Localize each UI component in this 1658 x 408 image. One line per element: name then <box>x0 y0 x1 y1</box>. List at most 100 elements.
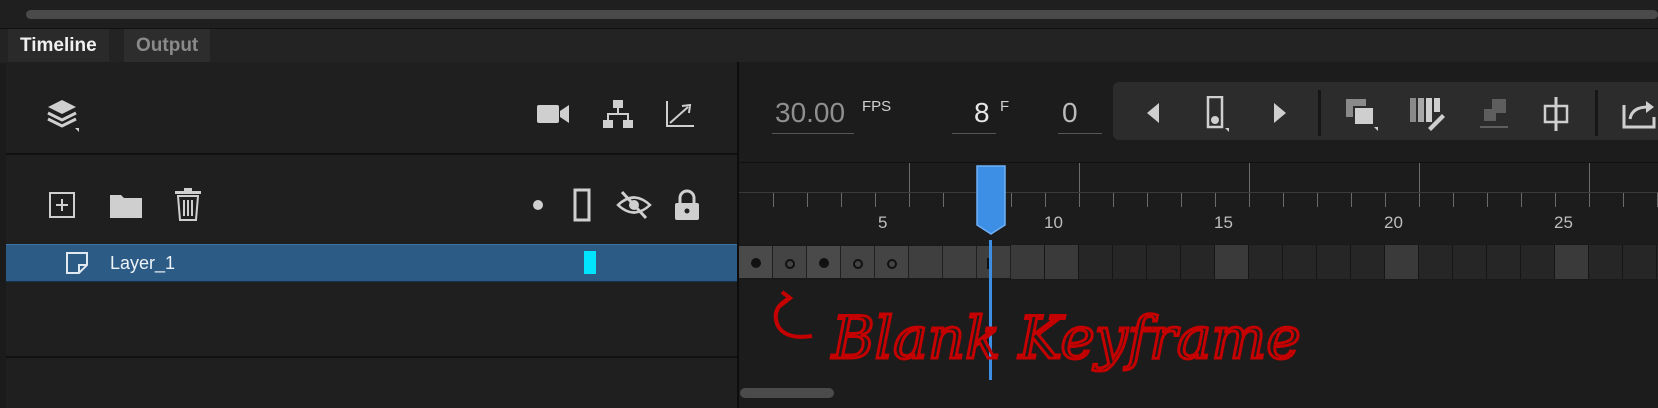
ruler-tick <box>1623 193 1624 207</box>
ruler-label: 25 <box>1554 213 1573 232</box>
loop-icon[interactable] <box>1620 95 1658 133</box>
onion-skin-icon[interactable] <box>1342 95 1382 133</box>
frame-cell[interactable] <box>1317 245 1351 279</box>
ruler-tick <box>1589 163 1590 207</box>
frame-cell[interactable] <box>1589 245 1623 279</box>
handwritten-annotation: Blank Keyframe <box>773 290 1302 374</box>
new-folder-icon[interactable] <box>106 187 146 223</box>
frame-unit: F <box>1000 98 1010 115</box>
fps-underline <box>772 133 854 134</box>
frame-value[interactable]: 8 <box>974 97 990 129</box>
ruler-tick <box>1487 193 1488 207</box>
center-frame-icon[interactable] <box>1538 94 1574 134</box>
frame-cell[interactable] <box>1147 245 1181 279</box>
ruler-label: 10 <box>1044 213 1063 232</box>
fps-unit: FPS <box>862 98 892 115</box>
blank-keyframe-dot <box>785 259 795 269</box>
frame-cell[interactable] <box>1283 245 1317 279</box>
ruler-tick <box>1419 163 1420 207</box>
horizontal-scrollbar[interactable] <box>740 388 834 398</box>
ruler-label: 5 <box>878 213 888 232</box>
keyframe-dot <box>819 258 829 268</box>
frame-cell[interactable] <box>1555 245 1589 279</box>
next-frame-icon[interactable] <box>1267 97 1293 129</box>
frame-cell[interactable] <box>1113 245 1147 279</box>
ruler-tick <box>1555 193 1556 207</box>
ruler-tick <box>773 193 774 207</box>
separator <box>1595 90 1598 136</box>
frame-cell[interactable] <box>1487 245 1521 279</box>
ruler-tick <box>1351 193 1352 207</box>
frame-cell[interactable] <box>1215 245 1249 279</box>
frame-cell[interactable] <box>1079 245 1113 279</box>
frame-cell[interactable] <box>1419 245 1453 279</box>
ruler-tick <box>1249 163 1250 207</box>
outline-icon[interactable] <box>570 187 594 223</box>
marker-icon[interactable] <box>1203 95 1233 133</box>
annotation-text: Blank Keyframe <box>831 304 1301 372</box>
top-scrollbar[interactable] <box>26 10 1658 19</box>
ruler-label: 15 <box>1214 213 1233 232</box>
ruler-tick <box>1147 193 1148 207</box>
blank-keyframe-dot <box>887 259 897 269</box>
new-layer-icon[interactable] <box>44 187 80 223</box>
ruler-tick <box>875 193 876 207</box>
ruler-tick <box>909 163 910 207</box>
frame-cell[interactable] <box>909 246 943 278</box>
frame-cell[interactable] <box>1011 245 1045 279</box>
ruler-tick <box>1079 163 1080 207</box>
blank-keyframe-dot <box>853 259 863 269</box>
frame-underline <box>952 133 996 134</box>
keyframe-dot <box>751 258 761 268</box>
time-underline <box>1058 133 1102 134</box>
frame-cell[interactable] <box>1249 245 1283 279</box>
frame-cell[interactable] <box>1045 245 1079 279</box>
ruler-tick <box>841 193 842 207</box>
ruler-tick <box>1317 193 1318 207</box>
layers-icon[interactable] <box>42 95 82 135</box>
frame-cell[interactable] <box>1623 245 1657 279</box>
ruler-label: 20 <box>1384 213 1403 232</box>
ruler-tick <box>1521 193 1522 207</box>
fps-value[interactable]: 30.00 <box>775 97 845 129</box>
ruler-tick <box>1385 193 1386 207</box>
ruler-tick <box>807 193 808 207</box>
highlight-dot-icon[interactable] <box>530 197 546 213</box>
prev-frame-icon[interactable] <box>1140 97 1166 129</box>
layer-name[interactable]: Layer_1 <box>110 245 175 281</box>
divider <box>6 153 737 155</box>
tab-timeline[interactable]: Timeline <box>8 29 109 63</box>
layer-row[interactable]: Layer_1 <box>6 244 737 282</box>
frame-cell[interactable] <box>1181 245 1215 279</box>
graph-icon[interactable] <box>662 96 698 132</box>
divider <box>6 356 737 358</box>
tab-output[interactable]: Output <box>124 29 211 63</box>
frame-cell[interactable] <box>1385 245 1419 279</box>
frame-cell[interactable] <box>1351 245 1385 279</box>
frame-cell[interactable] <box>1453 245 1487 279</box>
frame-cell[interactable] <box>1521 245 1555 279</box>
lock-icon[interactable] <box>670 187 704 223</box>
delete-icon[interactable] <box>170 185 206 223</box>
ruler-tick <box>943 193 944 207</box>
panel-tab-bar: Timeline Output <box>0 28 1658 63</box>
visibility-icon[interactable] <box>614 187 654 223</box>
ruler-tick <box>1215 193 1216 207</box>
frame-cell[interactable] <box>977 246 1011 278</box>
divider <box>739 192 1658 193</box>
ruler-tick <box>1283 193 1284 207</box>
separator <box>1318 90 1321 136</box>
playhead[interactable] <box>976 165 1006 235</box>
ruler-tick <box>1453 193 1454 207</box>
ruler-tick <box>1113 193 1114 207</box>
playback-controls <box>1113 82 1658 140</box>
hierarchy-icon[interactable] <box>600 96 636 132</box>
edit-multiple-icon[interactable] <box>1406 94 1448 134</box>
frame-cell[interactable] <box>943 246 977 278</box>
layer-icon <box>64 251 90 275</box>
layer-color-swatch[interactable] <box>584 251 596 274</box>
time-value[interactable]: 0 <box>1062 97 1078 129</box>
ruler-tick <box>1181 193 1182 207</box>
camera-icon[interactable] <box>535 96 571 132</box>
ruler-tick <box>1011 193 1012 207</box>
